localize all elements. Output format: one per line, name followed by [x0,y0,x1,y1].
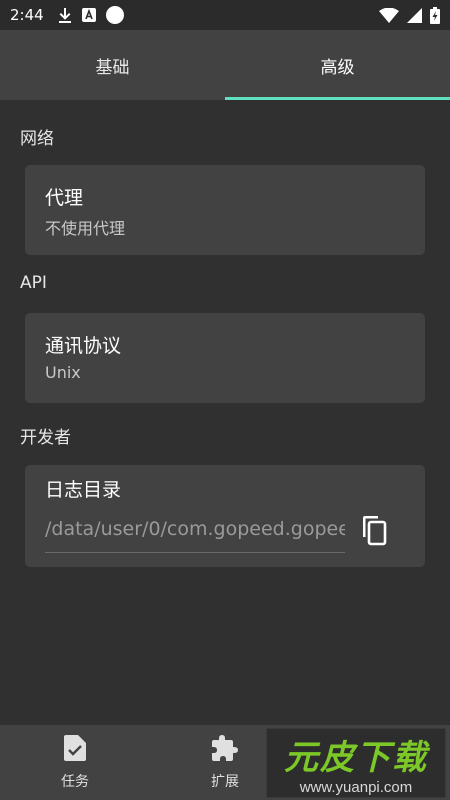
tab-advanced-label: 高级 [320,57,355,78]
log-dir-card: 日志目录 [25,465,425,567]
protocol-card[interactable]: 通讯协议 Unix [25,313,425,403]
tab-bar: 基础 高级 [0,30,450,100]
protocol-value: Unix [45,363,81,382]
copy-icon[interactable] [361,515,387,546]
proxy-title: 代理 [45,187,84,209]
status-time: 2:44 [10,6,44,24]
nav-item-tasks[interactable]: 任务 [0,725,150,800]
section-title-network: 网络 [20,129,54,149]
log-dir-input[interactable] [45,508,345,553]
circle-icon [105,6,124,24]
log-dir-title: 日志目录 [45,479,122,501]
wifi-icon [379,7,399,23]
section-title-developer: 开发者 [20,428,71,448]
status-bar: 2:44 [0,0,450,30]
settings-content: 网络 代理 不使用代理 API 通讯协议 Unix 开发者 日志目录 [0,100,450,567]
tab-basic[interactable]: 基础 [0,30,225,100]
puzzle-icon [212,734,238,765]
watermark-title: 元皮下载 [284,738,428,778]
nav-tasks-label: 任务 [61,773,89,790]
proxy-card[interactable]: 代理 不使用代理 [25,165,425,255]
nav-extensions-label: 扩展 [211,773,239,790]
battery-charging-icon [430,6,440,24]
signal-icon [407,7,422,23]
tab-basic-label: 基础 [95,57,130,78]
tab-advanced[interactable]: 高级 [225,30,450,100]
protocol-title: 通讯协议 [45,335,122,357]
task-icon [64,734,86,765]
section-title-api: API [20,273,47,293]
proxy-value: 不使用代理 [45,219,126,238]
app-notification-icon [81,8,96,22]
watermark-url: www.yuanpi.com [299,779,413,796]
watermark-logo: 元皮下载 www.yuanpi.com [266,728,446,798]
download-icon [58,7,72,23]
